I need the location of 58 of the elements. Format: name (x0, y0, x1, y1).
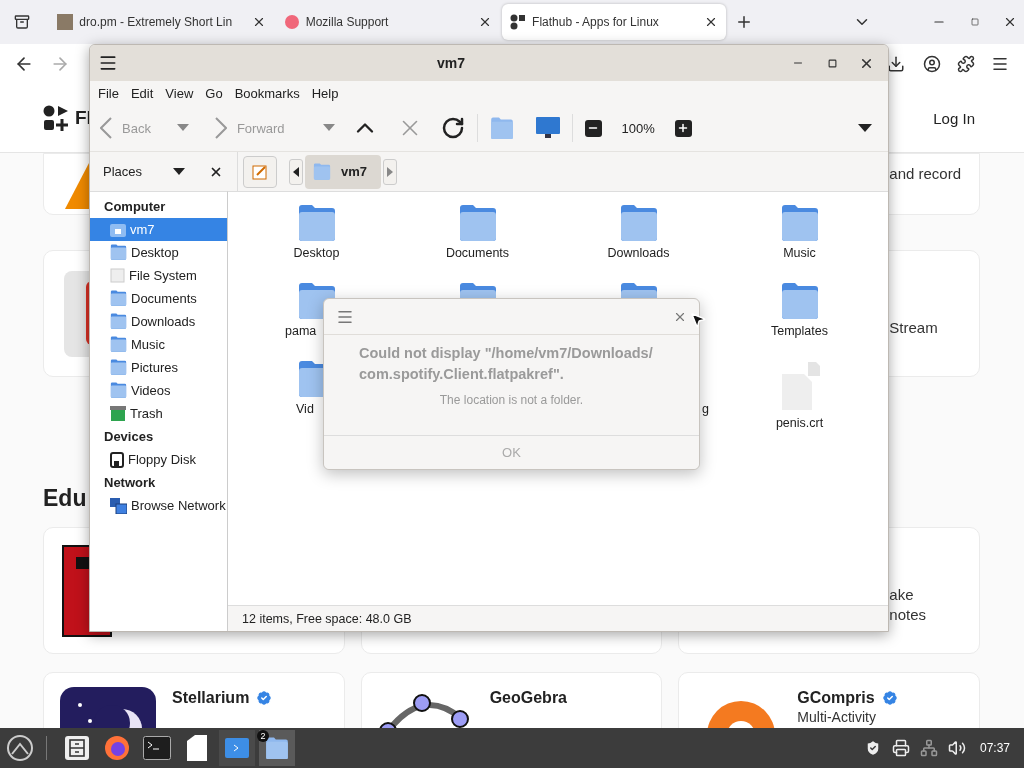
place-item[interactable]: Desktop (90, 241, 227, 264)
window-title: vm7 (436, 55, 466, 71)
clock[interactable]: 07:37 (975, 741, 1018, 755)
status-bar: 12 items, Free space: 48.0 GB (228, 605, 888, 631)
app-name: GCompris (797, 689, 875, 707)
place-item[interactable]: Music (90, 333, 227, 356)
app-card[interactable]: GCompris Multi-Activity (678, 672, 980, 728)
place-item[interactable]: Browse Network (90, 494, 227, 517)
tab-title: Mozilla Support (305, 15, 390, 29)
section-heading: Edu (43, 485, 87, 513)
file-name[interactable]: pama (285, 324, 317, 338)
place-item[interactable]: Pictures (90, 356, 227, 379)
folder-icon[interactable]: 2 (259, 730, 295, 766)
file-name[interactable]: g (702, 402, 709, 416)
menu-item[interactable]: View (159, 85, 200, 101)
app-card[interactable]: Stellarium (43, 672, 345, 728)
file-name[interactable]: Vid (296, 402, 314, 416)
section-heading: Devices (103, 428, 155, 446)
file-name[interactable]: Templates (771, 324, 828, 338)
tab-title: dro.pm - Extremely Short Lin (79, 15, 234, 29)
window-count-badge: 2 (257, 730, 269, 742)
tab-title: Flathub - Apps for Linux (532, 15, 660, 29)
place-item[interactable]: Videos (90, 379, 227, 402)
place-item[interactable]: Floppy Disk (90, 448, 227, 471)
place-item[interactable]: Trash (90, 402, 227, 425)
app-summary: ake (889, 584, 915, 605)
error-detail: The location is not a folder. (438, 393, 585, 407)
app-name: Stellarium (172, 689, 250, 707)
app-name: GeoGebra (489, 689, 567, 707)
app-card[interactable]: GeoGebra (360, 672, 663, 728)
menu-item[interactable]: Bookmarks (228, 85, 306, 101)
app-summary: notes (889, 604, 927, 625)
browser-tab[interactable]: Flathub - Apps for Linux (502, 4, 727, 40)
place-item[interactable]: Documents (90, 287, 227, 310)
zoom-level: 100% (620, 120, 656, 136)
places-label[interactable]: Places (103, 164, 167, 179)
menu-item[interactable]: Help (305, 85, 345, 101)
path-button[interactable]: vm7 (305, 154, 382, 189)
menu-item[interactable]: Go (199, 85, 229, 101)
app-summary: and record (889, 164, 962, 184)
error-message: Could not display "/home/vm7/Downloads/ com.spotify.Client.flatpakref". (358, 344, 654, 384)
menu-item[interactable]: Edit (124, 85, 160, 101)
browser-tab[interactable]: Mozilla Support (275, 4, 501, 40)
login-link[interactable]: Log In (933, 109, 975, 127)
menu-item[interactable]: File (92, 85, 125, 101)
place-item[interactable]: File System (90, 264, 227, 287)
file-name[interactable]: penis.crt (775, 416, 824, 430)
file-name[interactable]: Desktop (293, 246, 340, 260)
section-heading: Computer (103, 198, 167, 216)
file-name[interactable]: Documents (445, 246, 510, 260)
section-heading: Network (103, 474, 157, 492)
app-summary: Multi-Activity (797, 709, 877, 725)
place-item[interactable]: vm7 (90, 218, 227, 241)
file-name[interactable]: Downloads (607, 246, 670, 260)
browser-tab[interactable]: dro.pm - Extremely Short Lin (49, 4, 274, 40)
file-name[interactable]: Music (783, 246, 816, 260)
app-summary: Stream (889, 317, 938, 338)
place-item[interactable]: Downloads (90, 310, 227, 333)
